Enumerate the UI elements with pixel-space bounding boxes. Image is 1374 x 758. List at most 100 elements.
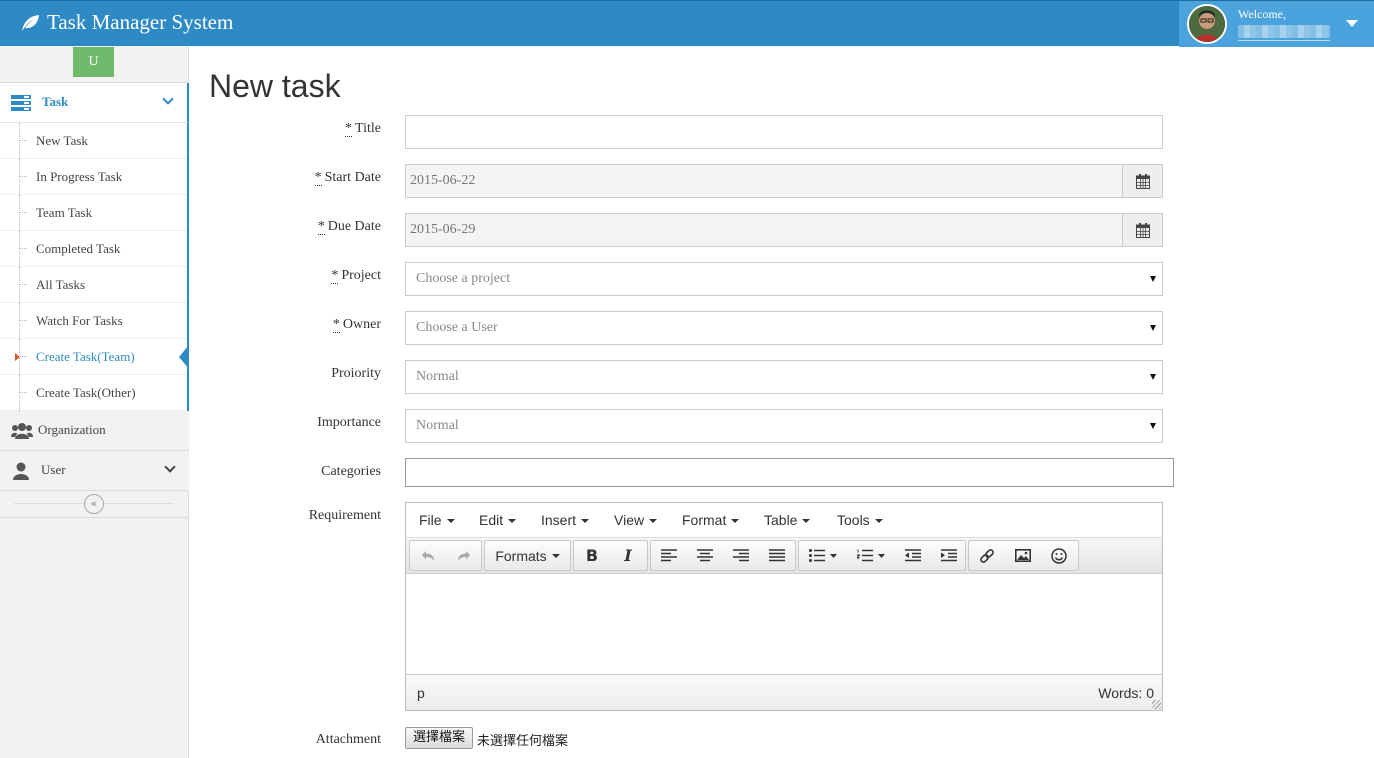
editor-content-area[interactable] (406, 574, 1162, 674)
caret-down-icon (551, 553, 560, 558)
menu-insert[interactable]: Insert (541, 512, 590, 528)
sidebar-item-task[interactable]: Task (0, 83, 189, 123)
emoticon-icon[interactable] (1041, 541, 1077, 570)
choose-file-button[interactable]: 選擇檔案 (405, 727, 473, 749)
caret-down-icon[interactable] (1346, 20, 1358, 27)
sidebar-item-label: Task (42, 94, 69, 109)
caret-down-icon (1150, 325, 1156, 331)
calendar-icon (1135, 222, 1150, 238)
no-file-chosen-text: 未選擇任何檔案 (477, 734, 569, 749)
element-path[interactable]: p (417, 685, 425, 701)
history-group (409, 540, 482, 571)
sidebar-item-watch-for-tasks[interactable]: Watch For Tasks (0, 303, 187, 339)
align-group (650, 540, 796, 571)
resize-handle-icon[interactable] (1152, 700, 1161, 709)
sidebar-item-new-task[interactable]: New Task (0, 123, 187, 159)
divider (0, 517, 189, 518)
sidebar-item-label: Watch For Tasks (36, 313, 123, 328)
sidebar-item-label: Create Task(Other) (36, 385, 136, 400)
sidebar: U Task New Task In Progress Task Team Ta… (0, 46, 189, 758)
list-group (798, 540, 966, 571)
importance-label: Importance (317, 415, 381, 430)
link-icon[interactable] (969, 541, 1005, 570)
numbered-list-icon[interactable] (847, 541, 895, 570)
username-redacted (1238, 25, 1330, 38)
menu-table[interactable]: Table (764, 512, 811, 528)
bullet-list-icon[interactable] (799, 541, 847, 570)
editor-toolbar: Formats B I (406, 538, 1162, 574)
due-date-input[interactable]: 2015-06-29 (405, 213, 1163, 247)
redo-button[interactable] (446, 541, 482, 570)
bold-icon[interactable]: B (574, 541, 610, 570)
indent-icon[interactable] (931, 541, 967, 570)
italic-icon[interactable]: I (610, 541, 646, 570)
outdent-icon[interactable] (895, 541, 931, 570)
editor-menubar: File Edit Insert View Format Table Tools (406, 503, 1162, 538)
categories-input[interactable] (405, 458, 1174, 487)
word-count: Words: 0 (1098, 685, 1154, 701)
priority-label: Proiority (331, 366, 381, 381)
importance-select-value: Normal (416, 418, 459, 433)
caret-down-icon (1150, 423, 1156, 429)
importance-select[interactable]: Normal (405, 409, 1163, 443)
menu-file[interactable]: File (419, 512, 455, 528)
collapse-sidebar-icon[interactable]: « (84, 494, 104, 514)
categories-label: Categories (321, 464, 381, 479)
welcome-text: Welcome, (1238, 7, 1287, 21)
caret-down-icon (1150, 374, 1156, 380)
sidebar-item-label: New Task (36, 133, 88, 148)
align-right-icon[interactable] (723, 541, 759, 570)
sidebar-item-all-tasks[interactable]: All Tasks (0, 267, 187, 303)
user-menu[interactable]: Welcome, (1179, 1, 1374, 47)
calendar-icon (1135, 173, 1150, 189)
start-date-input[interactable]: 2015-06-22 (405, 164, 1163, 198)
top-navbar: Task Manager System Welcome, (0, 0, 1374, 47)
sidebar-item-create-task-other[interactable]: Create Task(Other) (0, 375, 187, 411)
server-icon (11, 95, 31, 111)
brand[interactable]: Task Manager System (20, 10, 233, 35)
start-date-label: * Start Date (314, 170, 381, 186)
style-group: B I (573, 540, 648, 571)
project-select[interactable]: Choose a project (405, 262, 1163, 296)
active-indicator (179, 345, 189, 369)
undo-button[interactable] (410, 541, 446, 570)
chevron-down-icon (164, 461, 176, 473)
users-icon (11, 423, 33, 439)
leaf-icon (22, 14, 39, 31)
image-icon[interactable] (1005, 541, 1041, 570)
menu-edit[interactable]: Edit (479, 512, 517, 528)
formats-dropdown[interactable]: Formats (485, 541, 570, 570)
sidebar-item-organization[interactable]: Organization (0, 411, 189, 451)
title-input[interactable] (405, 115, 1163, 149)
sidebar-item-in-progress-task[interactable]: In Progress Task (0, 159, 187, 195)
brand-title: Task Manager System (47, 10, 234, 34)
sidebar-item-label: User (41, 462, 66, 477)
chevron-down-icon (162, 93, 174, 105)
avatar[interactable] (1187, 4, 1227, 44)
priority-select[interactable]: Normal (405, 360, 1163, 394)
sidebar-item-label: Completed Task (36, 241, 121, 256)
sidebar-item-label: In Progress Task (36, 169, 123, 184)
project-select-value: Choose a project (416, 271, 511, 286)
sidebar-item-completed-task[interactable]: Completed Task (0, 231, 187, 267)
redo-icon (458, 550, 470, 561)
priority-select-value: Normal (416, 369, 459, 384)
caret-down-icon (1150, 276, 1156, 282)
align-center-icon[interactable] (687, 541, 723, 570)
menu-view[interactable]: View (614, 512, 658, 528)
rich-text-editor: File Edit Insert View Format Table Tools… (405, 502, 1163, 711)
menu-format[interactable]: Format (682, 512, 740, 528)
user-icon (13, 462, 29, 480)
sidebar-item-label: All Tasks (36, 277, 86, 292)
owner-select[interactable]: Choose a User (405, 311, 1163, 345)
user-badge[interactable]: U (73, 47, 114, 77)
align-left-icon[interactable] (651, 541, 687, 570)
calendar-button[interactable] (1122, 213, 1163, 247)
sidebar-item-create-task-team[interactable]: Create Task(Team) (0, 339, 189, 375)
project-label: * Project (331, 268, 381, 284)
calendar-button[interactable] (1122, 164, 1163, 198)
align-justify-icon[interactable] (759, 541, 795, 570)
menu-tools[interactable]: Tools (837, 512, 883, 528)
sidebar-item-team-task[interactable]: Team Task (0, 195, 187, 231)
sidebar-item-user[interactable]: User (0, 451, 189, 491)
